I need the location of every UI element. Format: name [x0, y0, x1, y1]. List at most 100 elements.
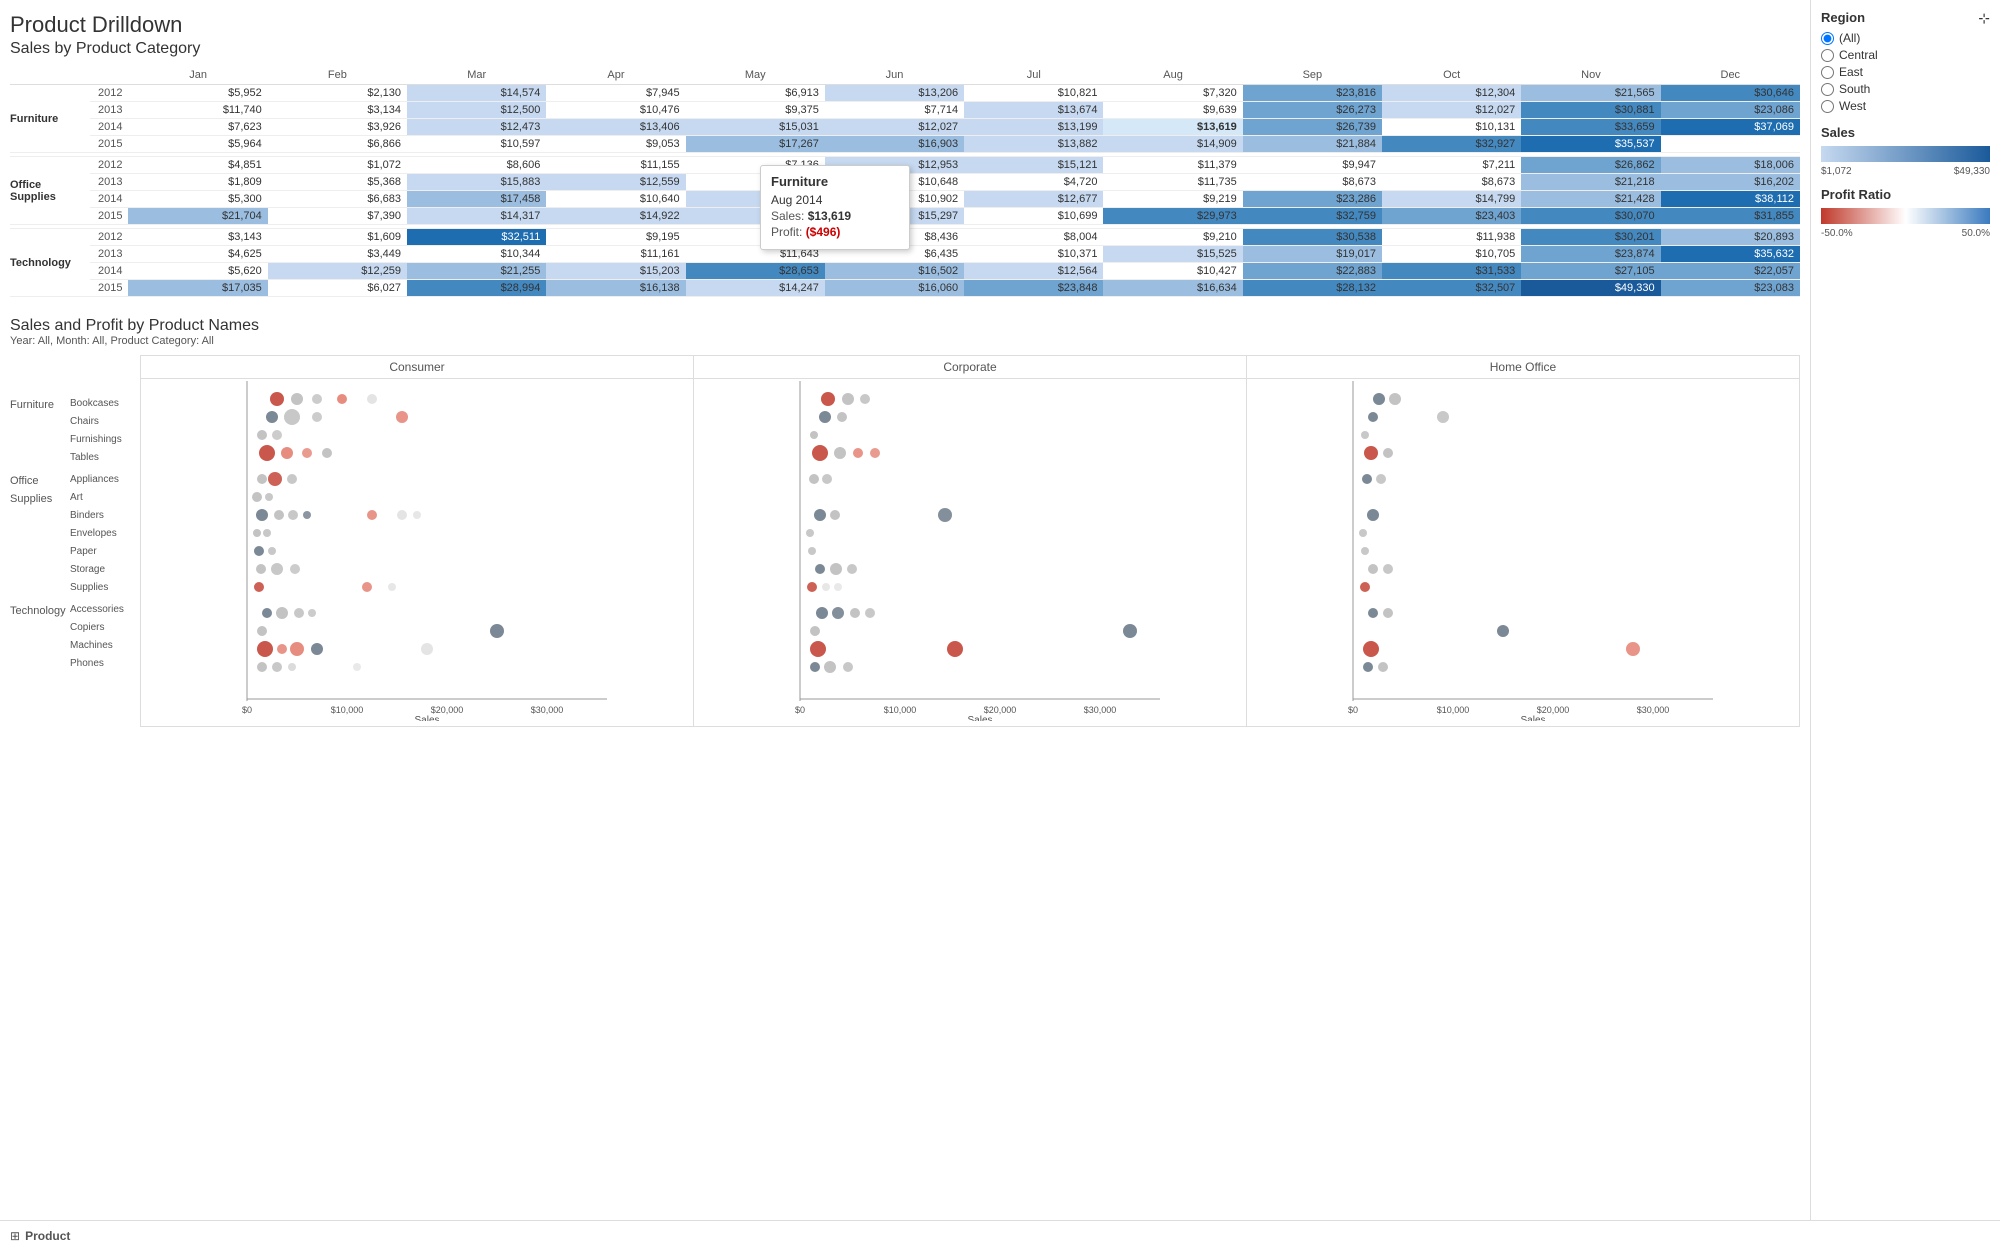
- value-cell[interactable]: $11,735: [1103, 174, 1242, 191]
- value-cell[interactable]: $23,403: [1382, 208, 1521, 225]
- value-cell[interactable]: $5,964: [128, 136, 267, 153]
- region-all-radio[interactable]: [1821, 32, 1834, 45]
- value-cell[interactable]: $12,304: [1382, 85, 1521, 102]
- region-central-radio[interactable]: [1821, 49, 1834, 62]
- value-cell[interactable]: $10,640: [546, 191, 685, 208]
- value-cell[interactable]: $23,286: [1243, 191, 1382, 208]
- value-cell[interactable]: $8,673: [1243, 174, 1382, 191]
- value-cell[interactable]: $32,507: [1382, 280, 1521, 297]
- value-cell[interactable]: $9,210: [1103, 229, 1242, 246]
- value-cell[interactable]: $19,017: [1243, 246, 1382, 263]
- value-cell[interactable]: $16,502: [825, 263, 964, 280]
- value-cell[interactable]: $1,072: [268, 157, 407, 174]
- region-east-option[interactable]: East: [1821, 65, 1990, 79]
- value-cell[interactable]: $32,759: [1243, 208, 1382, 225]
- value-cell[interactable]: $21,255: [407, 263, 546, 280]
- value-cell[interactable]: $38,112: [1661, 191, 1800, 208]
- value-cell[interactable]: $10,427: [1103, 263, 1242, 280]
- value-cell[interactable]: $10,705: [1382, 246, 1521, 263]
- value-cell[interactable]: $13,406: [546, 119, 685, 136]
- value-cell[interactable]: $49,330: [1521, 280, 1660, 297]
- value-cell[interactable]: $10,597: [407, 136, 546, 153]
- value-cell[interactable]: $21,218: [1521, 174, 1660, 191]
- value-cell[interactable]: $14,909: [1103, 136, 1242, 153]
- value-cell[interactable]: $8,004: [964, 229, 1103, 246]
- value-cell[interactable]: $15,883: [407, 174, 546, 191]
- region-west-radio[interactable]: [1821, 100, 1834, 113]
- value-cell[interactable]: $7,623: [128, 119, 267, 136]
- value-cell[interactable]: $28,653: [686, 263, 825, 280]
- value-cell[interactable]: $21,428: [1521, 191, 1660, 208]
- value-cell[interactable]: $26,739: [1243, 119, 1382, 136]
- value-cell[interactable]: [1661, 136, 1800, 153]
- value-cell[interactable]: $3,926: [268, 119, 407, 136]
- value-cell[interactable]: $1,609: [268, 229, 407, 246]
- value-cell[interactable]: $11,161: [546, 246, 685, 263]
- value-cell[interactable]: $10,344: [407, 246, 546, 263]
- value-cell[interactable]: $13,674: [964, 102, 1103, 119]
- value-cell[interactable]: $10,821: [964, 85, 1103, 102]
- value-cell[interactable]: $14,247: [686, 280, 825, 297]
- value-cell[interactable]: $9,195: [546, 229, 685, 246]
- value-cell[interactable]: $22,057: [1661, 263, 1800, 280]
- value-cell[interactable]: $13,199: [964, 119, 1103, 136]
- value-cell[interactable]: $29,973: [1103, 208, 1242, 225]
- value-cell[interactable]: $14,574: [407, 85, 546, 102]
- value-cell[interactable]: $21,565: [1521, 85, 1660, 102]
- value-cell[interactable]: $9,053: [546, 136, 685, 153]
- value-cell[interactable]: $12,473: [407, 119, 546, 136]
- value-cell[interactable]: $5,952: [128, 85, 267, 102]
- value-cell[interactable]: $22,883: [1243, 263, 1382, 280]
- value-cell[interactable]: $3,143: [128, 229, 267, 246]
- value-cell[interactable]: $17,458: [407, 191, 546, 208]
- value-cell[interactable]: $13,619: [1103, 119, 1242, 136]
- value-cell[interactable]: $31,855: [1661, 208, 1800, 225]
- value-cell[interactable]: $11,155: [546, 157, 685, 174]
- value-cell[interactable]: $35,632: [1661, 246, 1800, 263]
- value-cell[interactable]: $14,922: [546, 208, 685, 225]
- export-icon[interactable]: ⊹: [1978, 10, 1990, 27]
- value-cell[interactable]: $30,881: [1521, 102, 1660, 119]
- value-cell[interactable]: $5,368: [268, 174, 407, 191]
- value-cell[interactable]: $14,317: [407, 208, 546, 225]
- value-cell[interactable]: $10,699: [964, 208, 1103, 225]
- value-cell[interactable]: $7,320: [1103, 85, 1242, 102]
- value-cell[interactable]: $16,903: [825, 136, 964, 153]
- value-cell[interactable]: $7,211: [1382, 157, 1521, 174]
- region-south-option[interactable]: South: [1821, 82, 1990, 96]
- value-cell[interactable]: $30,646: [1661, 85, 1800, 102]
- value-cell[interactable]: $16,634: [1103, 280, 1242, 297]
- value-cell[interactable]: $4,720: [964, 174, 1103, 191]
- value-cell[interactable]: $12,500: [407, 102, 546, 119]
- value-cell[interactable]: $12,564: [964, 263, 1103, 280]
- value-cell[interactable]: $6,027: [268, 280, 407, 297]
- value-cell[interactable]: $9,375: [686, 102, 825, 119]
- region-central-option[interactable]: Central: [1821, 48, 1990, 62]
- value-cell[interactable]: $16,202: [1661, 174, 1800, 191]
- value-cell[interactable]: $5,620: [128, 263, 267, 280]
- value-cell[interactable]: $11,379: [1103, 157, 1242, 174]
- value-cell[interactable]: $15,525: [1103, 246, 1242, 263]
- value-cell[interactable]: $21,884: [1243, 136, 1382, 153]
- value-cell[interactable]: $16,138: [546, 280, 685, 297]
- value-cell[interactable]: $31,533: [1382, 263, 1521, 280]
- value-cell[interactable]: $20,893: [1661, 229, 1800, 246]
- value-cell[interactable]: $37,069: [1661, 119, 1800, 136]
- value-cell[interactable]: $12,677: [964, 191, 1103, 208]
- value-cell[interactable]: $28,994: [407, 280, 546, 297]
- value-cell[interactable]: $23,086: [1661, 102, 1800, 119]
- region-south-radio[interactable]: [1821, 83, 1834, 96]
- value-cell[interactable]: $26,862: [1521, 157, 1660, 174]
- value-cell[interactable]: $9,219: [1103, 191, 1242, 208]
- value-cell[interactable]: $27,105: [1521, 263, 1660, 280]
- value-cell[interactable]: $11,938: [1382, 229, 1521, 246]
- value-cell[interactable]: $23,848: [964, 280, 1103, 297]
- value-cell[interactable]: $14,799: [1382, 191, 1521, 208]
- value-cell[interactable]: $4,851: [128, 157, 267, 174]
- value-cell[interactable]: $12,259: [268, 263, 407, 280]
- value-cell[interactable]: $17,267: [686, 136, 825, 153]
- value-cell[interactable]: $12,027: [825, 119, 964, 136]
- value-cell[interactable]: $10,131: [1382, 119, 1521, 136]
- value-cell[interactable]: $13,206: [825, 85, 964, 102]
- value-cell[interactable]: $30,201: [1521, 229, 1660, 246]
